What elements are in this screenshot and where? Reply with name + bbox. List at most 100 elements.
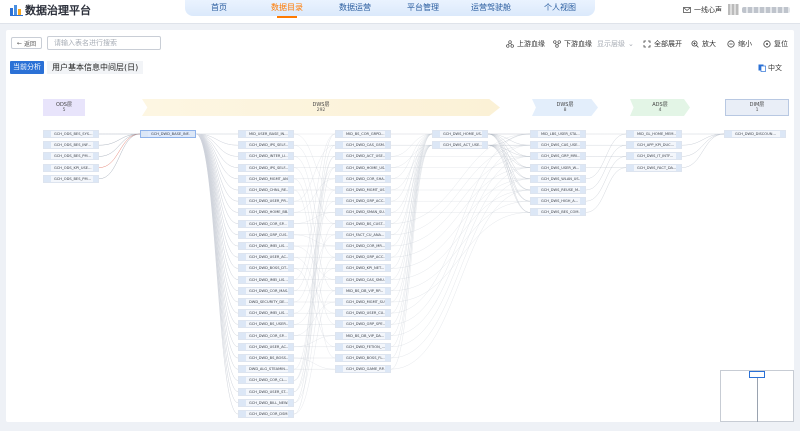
table-node[interactable]: GCH_DWD_ACT_USE... <box>335 152 391 161</box>
table-node[interactable]: GCH_DWD_BS_USER... <box>238 320 294 329</box>
table-node[interactable]: GCH_DWS_IT_INTF... <box>626 152 682 161</box>
table-node[interactable]: GCH_DWS_WLAN_US... <box>530 174 586 183</box>
lineage-canvas[interactable]: ODS层 5 DWS层 292 DWS层 8 ADS层 4 DIM层 1 GCH… <box>6 80 794 422</box>
table-node[interactable]: GCH_DWD_USER_CU... <box>335 309 391 318</box>
minimap[interactable] <box>720 370 794 422</box>
table-node[interactable]: GCH_DWD_IMEI_LIS... <box>238 309 294 318</box>
table-node[interactable]: GCH_DWS_CAS_USE... <box>530 141 586 150</box>
reset-button[interactable]: 复位 <box>763 39 788 49</box>
table-node[interactable]: GCH_DWD_INTER_LI... <box>238 152 294 161</box>
table-node[interactable]: GCH_DWD_COR_MR... <box>335 242 391 250</box>
table-node[interactable]: GCH_DWD_IPS_SELF... <box>238 163 294 172</box>
reset-icon <box>763 40 771 48</box>
table-node[interactable]: GCH_DWD_HOME_BB... <box>238 208 294 217</box>
table-node[interactable]: GCH_DWD_CAS_SMU... <box>335 275 391 284</box>
table-node[interactable]: MID_GL_HOME_MEM... <box>626 130 682 138</box>
table-node[interactable]: GCH_DWS_BES_COM... <box>530 208 586 217</box>
table-node[interactable]: GCH_DWD_BOSS_FL... <box>335 354 391 362</box>
show-level-label: 显示层级 <box>597 40 625 48</box>
app-brand: 数据治理平台 <box>25 4 91 17</box>
table-node[interactable]: GCH_DWD_MGMT_SU... <box>335 298 391 306</box>
table-node[interactable]: GCH_ODS_BES_PM... <box>43 152 99 161</box>
table-node[interactable]: GCH_DWD_GRP_SPE... <box>335 320 391 329</box>
nav-tab-data-catalog[interactable]: 数据目录 <box>253 0 321 18</box>
zoom-in-button[interactable]: 放大 <box>691 39 716 49</box>
table-node[interactable]: DWD_ALG_STEAMIN... <box>238 365 294 374</box>
table-node[interactable]: GCH_DWD_BS_CUST... <box>335 219 391 228</box>
nav-tab-home[interactable]: 首页 <box>185 0 253 16</box>
minimap-viewport[interactable] <box>749 371 765 378</box>
table-node[interactable]: GCH_ODS_BES_INF... <box>43 141 99 150</box>
table-node[interactable]: GCH_DWD_GRP_ACC... <box>335 253 391 262</box>
table-node[interactable]: GCH_DWD_COR_CL... <box>238 376 294 385</box>
table-node[interactable]: GCH_ODS_KPI_USE... <box>43 163 99 172</box>
table-node[interactable]: GCH_DWD_MGMT_US... <box>335 186 391 194</box>
table-node[interactable]: GCH_DWD_USER_PR... <box>238 197 294 206</box>
nav-tab-ops-cockpit[interactable]: 运营驾驶舱 <box>457 0 525 16</box>
user-name-redacted[interactable] <box>742 7 790 13</box>
table-node[interactable]: GCH_FACT_CU_ANA... <box>335 230 391 239</box>
table-node[interactable]: GCH_DWD_USER_AC... <box>238 253 294 262</box>
downstream-lineage-button[interactable]: 下游血缘 <box>553 39 592 49</box>
table-node[interactable]: GCH_DWD_COR_MAS... <box>238 286 294 295</box>
expand-icon <box>643 40 651 48</box>
table-search-input[interactable] <box>47 36 161 50</box>
table-node[interactable]: GCH_DWD_USER_ST... <box>238 387 294 396</box>
tab-current-analysis[interactable]: 当前分析 <box>10 61 44 74</box>
table-node[interactable]: GCH_DWD_IMEI_LIS... <box>238 242 294 250</box>
table-node[interactable]: GCH_DWD_DISCOUN... <box>724 130 786 138</box>
table-node[interactable]: GCH_ODS_BES_PM... <box>43 174 99 183</box>
table-node[interactable]: MID_BS_DB_VIP_RP... <box>335 286 391 295</box>
table-node[interactable]: GCH_DWD_GRP_CUS... <box>238 230 294 239</box>
table-node[interactable]: GCH_DWD_KPI_NET... <box>335 264 391 273</box>
lineage-edge <box>195 133 239 224</box>
table-node[interactable]: GCH_DWD_GAME_RP... <box>335 365 391 374</box>
table-node[interactable]: GCH_DWD_HOME_US... <box>335 163 391 172</box>
downstream-icon <box>553 40 561 48</box>
table-node[interactable]: MID_LBS_USER_STA... <box>530 130 586 138</box>
table-node[interactable]: GCH_DWD_BILL_NEW... <box>238 398 294 407</box>
table-node[interactable]: GCH_DWD_FETION_... <box>335 342 391 351</box>
table-node[interactable]: GCH_DWD_COR_SP... <box>238 331 294 340</box>
table-node[interactable]: GCH_DWD_BS_BOSS... <box>238 354 294 362</box>
table-node[interactable]: MID_USER_BASE_IN... <box>238 130 294 138</box>
table-node[interactable]: GCH_DWS_USER_W... <box>530 163 586 172</box>
table-node[interactable]: GCH_DWS_GRP_MRI... <box>530 152 586 161</box>
table-node[interactable]: GCH_DWD_IPS_SELF... <box>238 141 294 150</box>
lineage-edge <box>293 234 336 247</box>
table-node[interactable]: GCH_DWD_IMEI_LIS... <box>238 275 294 284</box>
table-node[interactable]: GCH_ODS_BES_SYS... <box>43 130 99 138</box>
table-node[interactable]: MID_BS_COR_GRPD... <box>335 130 391 138</box>
table-node[interactable]: GCH_DWD_COR_SP... <box>238 219 294 228</box>
upstream-lineage-button[interactable]: 上游血缘 <box>506 39 545 49</box>
show-level-select[interactable]: 显示层级 ⌄ <box>597 39 634 49</box>
table-node[interactable]: GCH_DWD_CHNL_RE... <box>238 186 294 194</box>
table-node[interactable]: GCH_DWS_HOME_US... <box>432 130 488 138</box>
table-node[interactable]: MID_BS_DB_VIP_DA... <box>335 331 391 340</box>
table-node[interactable]: GCH_APP_KPI_DUC... <box>626 141 682 150</box>
back-button[interactable]: ← 返回 <box>11 37 42 49</box>
table-node[interactable]: GCH_DWS_HIGH_A... <box>530 197 586 206</box>
table-node[interactable]: GCH_DWS_FACT_DA... <box>626 163 682 172</box>
table-node[interactable]: GCH_DWD_GRP_ACC... <box>335 197 391 206</box>
avatar[interactable] <box>728 4 739 15</box>
table-node[interactable]: GCH_DWS_ACT_USE... <box>432 141 488 150</box>
table-node[interactable]: GCH_DWD_MGMT_AN... <box>238 174 294 183</box>
table-node[interactable]: GCH_DWD_SMAN_SU... <box>335 208 391 217</box>
table-node[interactable]: GCH_DWD_CAS_GSM... <box>335 141 391 150</box>
expand-all-button[interactable]: 全部展开 <box>643 39 682 49</box>
table-node[interactable]: DWD_SECURITY_DE... <box>238 298 294 306</box>
feedback-link[interactable]: 一线心声 <box>683 5 722 15</box>
table-node[interactable]: GCH_DWD_COR_SHA... <box>335 174 391 183</box>
table-node[interactable]: GCH_DWD_USER_AC... <box>238 342 294 351</box>
nav-tab-personal-view[interactable]: 个人视图 <box>525 0 595 16</box>
table-node[interactable]: GCH_DWD_BOSS_DT... <box>238 264 294 273</box>
focus-table-node[interactable]: GCH_DWD_BASE_INF... <box>140 130 196 138</box>
table-node[interactable]: GCH_DWD_COR_DSM... <box>238 410 294 418</box>
nav-tab-platform-mgmt[interactable]: 平台管理 <box>389 0 457 16</box>
layer-count: 1 <box>755 107 759 113</box>
zoom-out-button[interactable]: 缩小 <box>727 39 752 49</box>
nav-tab-data-ops[interactable]: 数据运营 <box>321 0 389 16</box>
language-switch[interactable]: 中文 <box>758 63 782 73</box>
table-node[interactable]: GCH_DWS_REUSE_M... <box>530 186 586 194</box>
